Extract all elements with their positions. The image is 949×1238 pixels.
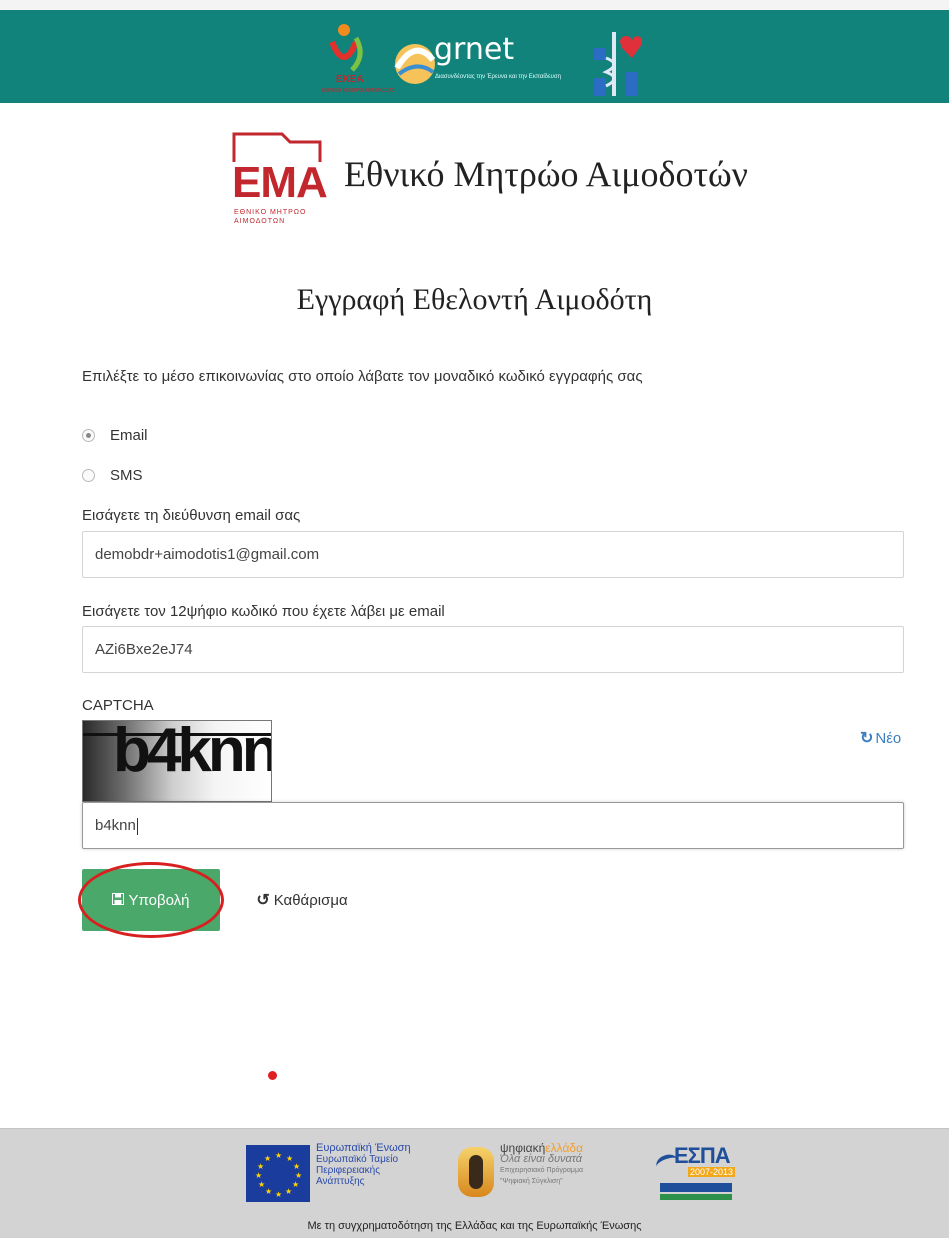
- globe-icon: [394, 44, 436, 84]
- annotation-red-dot: [268, 1071, 277, 1080]
- ekea-logo: ΕΚΕΑ ΕΘΝΙΚΟ ΚΕΝΤΡΟ ΑΙΜΟΔΟΣΙΑΣ: [322, 22, 395, 102]
- text-caret: [136, 817, 138, 835]
- eu-flag-logo: ★ ★ ★ ★ ★ ★ ★ ★ ★ ★ ★ ★: [246, 1145, 310, 1202]
- health-ministry-logo: [592, 28, 643, 100]
- channel-instructions: Επιλέξτε το μέσο επικοινωνίας στο οποίο …: [82, 368, 643, 385]
- page-title: Εγγραφή Εθελοντή Αιμοδότη: [296, 283, 653, 316]
- eu-line: Περιφερειακής: [316, 1165, 381, 1176]
- email-radio-button[interactable]: [82, 428, 95, 442]
- eu-title: Ευρωπαϊκή Ένωση: [316, 1142, 411, 1154]
- radio-option-email[interactable]: Email: [82, 425, 148, 445]
- captcha-field-value: b4knn: [95, 817, 136, 834]
- digital-line: "Ψηφιακή Σύγκλιση": [500, 1178, 563, 1185]
- eu-line: Ανάπτυξης: [316, 1176, 365, 1187]
- heart-person-icon: [329, 24, 363, 72]
- undo-icon: ↺: [256, 892, 270, 909]
- footer-caption: Με τη συγχρηματοδότηση της Ελλάδας και τ…: [307, 1220, 642, 1232]
- captcha-field[interactable]: b4knn: [82, 802, 904, 849]
- eu-line: Ευρωπαϊκό Ταμείο: [316, 1154, 399, 1165]
- captcha-refresh-link[interactable]: ↻ Νέο: [860, 728, 901, 748]
- ekea-logo-subtext: ΕΘΝΙΚΟ ΚΕΝΤΡΟ ΑΙΜΟΔΟΣΙΑΣ: [322, 88, 396, 94]
- espa-bar: [660, 1194, 732, 1200]
- espa-logo: ΕΣΠΑ 2007-2013: [653, 1143, 736, 1203]
- captcha-label: CAPTCHA: [82, 697, 154, 714]
- grnet-logo: grnet Διασυνδέοντας την Έρευνα και την Ε…: [393, 28, 573, 103]
- top-header-bar: ΕΚΕΑ ΕΘΝΙΚΟ ΚΕΝΤΡΟ ΑΙΜΟΔΟΣΙΑΣ grnet Διασ…: [0, 0, 949, 103]
- submit-button[interactable]: Υποβολή: [82, 869, 220, 931]
- digital-slogan: Όλα είναι δυνατά: [500, 1153, 583, 1165]
- clear-button[interactable]: ↺ Καθάρισμα: [228, 869, 376, 931]
- espa-bar: [660, 1183, 732, 1192]
- code-field-label: Εισάγετε τον 12ψήφιο κωδικό που έχετε λά…: [82, 603, 445, 620]
- grnet-logo-text: grnet: [434, 32, 515, 67]
- refresh-icon: ↻: [860, 730, 874, 747]
- captcha-refresh-label: Νέο: [875, 729, 902, 747]
- footer: ★ ★ ★ ★ ★ ★ ★ ★ ★ ★ ★ ★ Ευρωπαϊκή Ένωση …: [0, 1128, 949, 1238]
- digital-greece-icon: [458, 1147, 494, 1197]
- email-field-label: Εισάγετε τη διεύθυνση email σας: [82, 507, 301, 524]
- captcha-image-text: b4knn: [113, 720, 272, 785]
- clear-button-label: Καθάρισμα: [273, 891, 348, 909]
- radio-option-sms[interactable]: SMS: [82, 465, 143, 485]
- digital-greece-logo: ψηφιακήελλάδα Όλα είναι δυνατά Επιχειρησ…: [500, 1142, 584, 1187]
- eu-fund-text: Ευρωπαϊκή Ένωση Ευρωπαϊκό Ταμείο Περιφερ…: [316, 1142, 411, 1188]
- ema-logo-subtext: ΕΘΝΙΚΟ ΜΗΤΡΩΟ ΑΙΜΟΔΟΤΩΝ: [234, 209, 307, 225]
- ema-logo: ΕΜΑ ΕΘΝΙΚΟ ΜΗΤΡΩΟ ΑΙΜΟΔΟΤΩΝ: [232, 132, 328, 234]
- ema-logo-text: ΕΜΑ: [232, 158, 328, 207]
- site-title: Εθνικό Μητρώο Αιμοδοτών: [344, 154, 748, 194]
- sms-radio-label: SMS: [110, 466, 143, 484]
- sms-radio-button[interactable]: [82, 468, 95, 482]
- submit-button-label: Υποβολή: [128, 891, 190, 909]
- caduceus-heart-icon: [594, 32, 643, 96]
- email-field[interactable]: demobdr+aimodotis1@gmail.com: [82, 531, 904, 578]
- grnet-tagline: Διασυνδέοντας την Έρευνα και την Εκπαίδε…: [435, 74, 562, 80]
- espa-text: ΕΣΠΑ: [674, 1143, 731, 1168]
- floppy-disk-icon: [112, 892, 125, 905]
- registration-code-field[interactable]: AZi6Bxe2eJ74: [82, 626, 904, 673]
- espa-years: 2007-2013: [688, 1167, 736, 1177]
- save-icon: [112, 892, 125, 908]
- ekea-logo-text: ΕΚΕΑ: [336, 74, 364, 85]
- captcha-image: b4knn: [82, 720, 272, 802]
- email-radio-label: Email: [110, 426, 148, 444]
- digital-line: Επιχειρησιακό Πρόγραμμα: [500, 1167, 584, 1174]
